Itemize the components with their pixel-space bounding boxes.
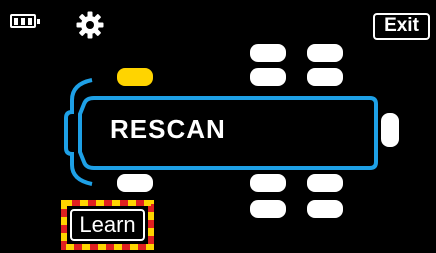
tire-front-right[interactable] [117,174,153,192]
tire-rear-right-inner-bottom[interactable] [307,200,343,218]
tire-rear-left-inner[interactable] [307,68,343,86]
tire-rear-right-outer-bottom[interactable] [250,200,286,218]
tire-rear-left-outer-top[interactable] [250,44,286,62]
vehicle-status-text: RESCAN [110,114,226,144]
tire-rear-right-outer[interactable] [250,174,286,192]
tire-rear-right-inner[interactable] [307,174,343,192]
tire-front-left-selected[interactable] [117,68,153,86]
tire-spare[interactable] [381,113,399,147]
tpms-screen: Exit RESCAN Learn [0,0,436,253]
tire-rear-left-inner-top[interactable] [307,44,343,62]
tire-rear-left-outer[interactable] [250,68,286,86]
learn-button[interactable]: Learn [70,209,145,241]
